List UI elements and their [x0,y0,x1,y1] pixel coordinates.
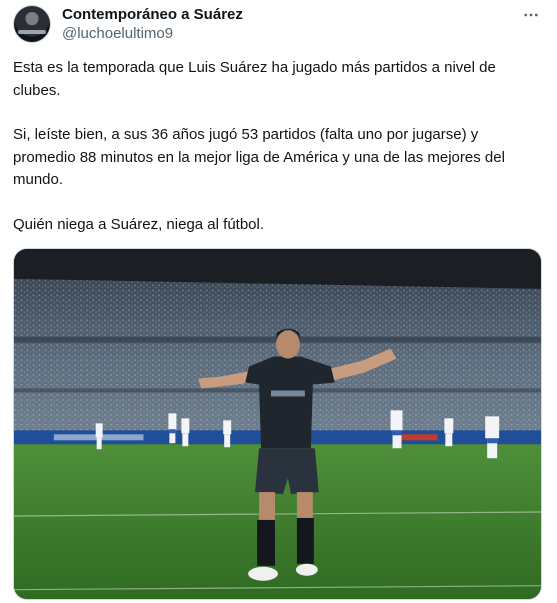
tweet-photo[interactable] [13,248,542,600]
tweet-paragraph: Quién niega a Suárez, niega al fútbol. [13,215,265,233]
tweet-card: Contemporáneo a Suárez @luchoelultimo9 E… [0,0,557,603]
more-options-button[interactable] [521,5,541,25]
tweet-paragraph: Si, leíste bien, a sus 36 años jugó 53 p… [13,126,505,189]
avatar[interactable] [13,5,51,43]
tweet-paragraph: Esta es la temporada que Luis Suárez ha … [13,59,496,99]
author-handle[interactable]: @luchoelultimo9 [62,25,173,43]
stadium-photo [14,249,541,599]
more-horizontal-icon [524,13,538,17]
author-display-name[interactable]: Contemporáneo a Suárez [62,6,243,24]
tweet-text: Esta es la temporada que Luis Suárez ha … [13,57,543,259]
